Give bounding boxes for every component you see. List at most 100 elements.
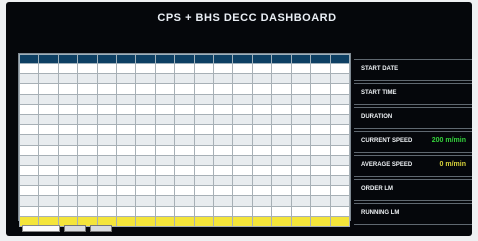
table-cell [18, 175, 40, 187]
table-cell [174, 215, 195, 228]
table-cell [135, 113, 156, 126]
table-cell [232, 62, 253, 75]
search-button[interactable] [64, 225, 86, 232]
table-cell [174, 205, 195, 217]
table-cell [96, 164, 118, 177]
table-header-cell [18, 54, 40, 64]
table-row[interactable] [18, 195, 350, 207]
table-row[interactable] [18, 144, 350, 156]
table-row[interactable] [18, 113, 350, 126]
table-cell [290, 164, 312, 177]
table-cell [290, 154, 312, 166]
table-cell [174, 175, 195, 187]
table-cell [38, 154, 59, 166]
table-cell [193, 205, 215, 217]
table-cell [174, 62, 195, 75]
table-cell [77, 175, 98, 187]
table-row[interactable] [18, 205, 350, 217]
table-cell [213, 113, 234, 126]
table-cell [310, 73, 331, 85]
table-cell [310, 154, 331, 166]
table-cell [18, 134, 40, 146]
table-cell [135, 83, 156, 95]
table-cell [116, 205, 137, 217]
metric-value: 0 m/min [439, 161, 466, 168]
table-cell [310, 134, 331, 146]
table-row[interactable] [18, 103, 350, 115]
table-cell [193, 73, 215, 85]
table-cell [77, 195, 98, 207]
table-cell [57, 83, 79, 95]
show-button[interactable] [90, 225, 112, 232]
table-cell [251, 205, 273, 217]
table-cell [116, 103, 137, 115]
production-table [18, 54, 350, 228]
table-cell [232, 73, 253, 85]
table-cell [38, 93, 59, 105]
table-row[interactable] [18, 134, 350, 146]
table-cell [271, 144, 292, 156]
table-cell [38, 144, 59, 156]
table-header-cell [213, 54, 234, 64]
table-cell [116, 175, 137, 187]
table-row[interactable] [18, 154, 350, 166]
metric-label: START DATE [361, 66, 399, 72]
table-cell [77, 185, 98, 197]
table-cell [154, 134, 176, 146]
table-cell [57, 93, 79, 105]
table-cell [310, 124, 331, 136]
metric-label: START TIME [361, 90, 397, 96]
table-cell [251, 175, 273, 187]
table-cell [232, 205, 253, 217]
table-cell [329, 113, 350, 126]
table-row[interactable] [18, 73, 350, 85]
table-row[interactable] [18, 83, 350, 95]
table-cell [116, 113, 137, 126]
table-cell [77, 144, 98, 156]
table-cell [57, 154, 79, 166]
table-cell [77, 154, 98, 166]
table-cell [193, 154, 215, 166]
table-cell [232, 113, 253, 126]
table-cell [193, 144, 215, 156]
table-row[interactable] [18, 164, 350, 177]
table-row[interactable] [18, 62, 350, 75]
table-cell [232, 124, 253, 136]
table-cell [174, 103, 195, 115]
table-cell [174, 113, 195, 126]
table-row[interactable] [18, 124, 350, 136]
table-cell [38, 205, 59, 217]
table-row[interactable] [18, 175, 350, 187]
table-cell [116, 134, 137, 146]
table-cell [135, 103, 156, 115]
table-cell [96, 83, 118, 95]
table-cell [251, 185, 273, 197]
table-cell [271, 62, 292, 75]
table-cell [18, 124, 40, 136]
table-cell [57, 124, 79, 136]
table-cell [329, 73, 350, 85]
table-row[interactable] [18, 93, 350, 105]
table-cell [77, 164, 98, 177]
table-cell [193, 83, 215, 95]
metric-row-start-time: START TIME [354, 83, 472, 105]
date-field[interactable] [22, 225, 60, 232]
table-cell [310, 62, 331, 75]
table-cell [135, 93, 156, 105]
table-cell [57, 62, 79, 75]
table-cell [271, 175, 292, 187]
table-cell [271, 185, 292, 197]
metric-row-duration: DURATION [354, 107, 472, 129]
table-cell [154, 124, 176, 136]
metric-row-start-date: START DATE [354, 59, 472, 81]
table-cell [271, 205, 292, 217]
table-cell [154, 195, 176, 207]
table-cell [96, 205, 118, 217]
table-cell [232, 215, 253, 228]
table-cell [310, 93, 331, 105]
table-cell [96, 185, 118, 197]
table-cell [96, 144, 118, 156]
table-header-cell [193, 54, 215, 64]
table-row[interactable] [18, 185, 350, 197]
table-cell [18, 164, 40, 177]
